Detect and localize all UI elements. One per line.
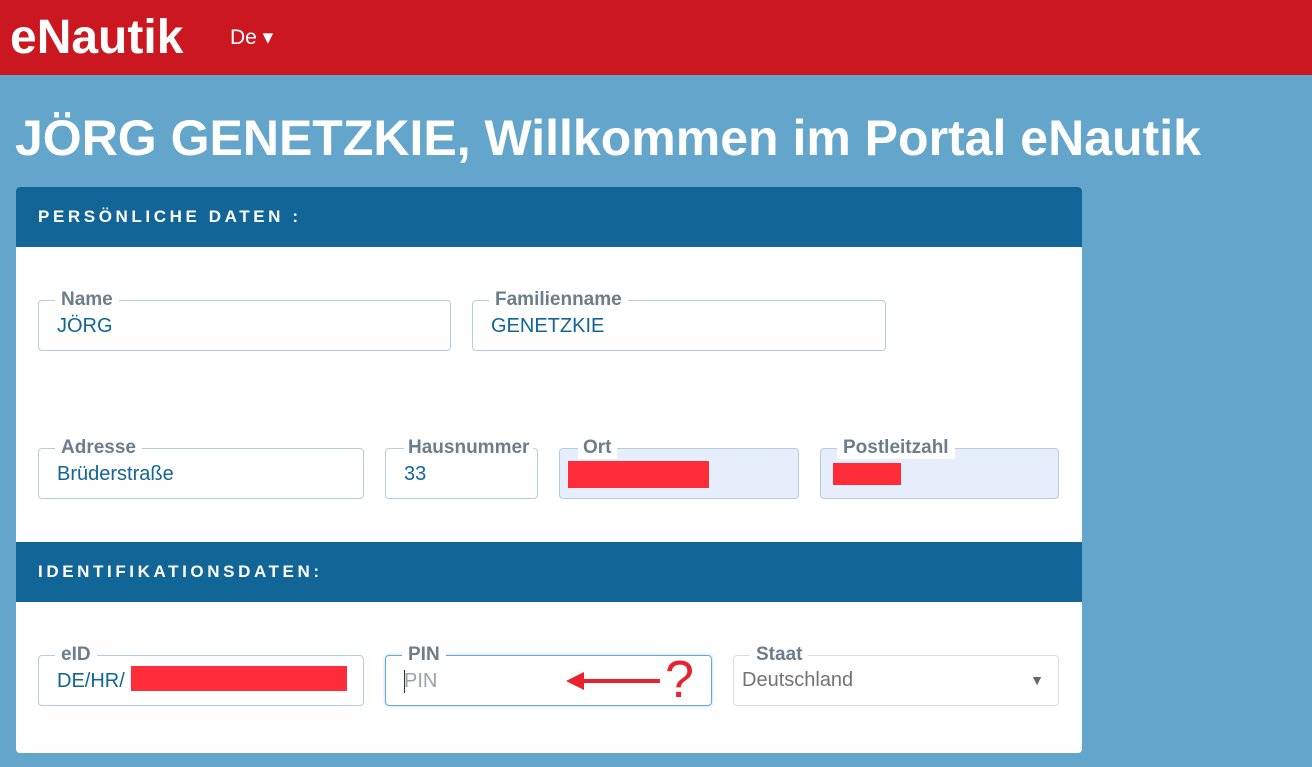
dropdown-arrow-icon[interactable]: ▼ xyxy=(1030,671,1044,689)
pin-label: PIN xyxy=(402,644,446,666)
city-redaction xyxy=(568,461,709,488)
city-label: Ort xyxy=(578,437,617,459)
house-number-label: Hausnummer xyxy=(404,437,534,459)
country-label: Staat xyxy=(750,644,809,666)
surname-field[interactable]: Familienname GENETZKIE xyxy=(472,289,886,351)
postal-code-field: Postleitzahl xyxy=(820,437,1059,499)
address-value: Brüderstraße xyxy=(57,463,174,485)
name-label: Name xyxy=(55,289,119,311)
text-caret xyxy=(404,670,405,693)
house-number-field[interactable]: Hausnummer 33 xyxy=(385,437,538,499)
surname-label: Familienname xyxy=(489,289,628,311)
annotation-arrow-icon xyxy=(566,672,660,690)
eid-label: eID xyxy=(55,644,97,666)
profile-card: PERSÖNLICHE DATEN : Name JÖRG Familienna… xyxy=(16,187,1082,753)
postal-code-label: Postleitzahl xyxy=(837,437,955,459)
postal-code-redaction xyxy=(833,463,901,485)
welcome-heading: JÖRG GENETZKIE, Willkommen im Portal eNa… xyxy=(15,110,1201,166)
house-number-value: 33 xyxy=(404,463,427,485)
annotation-question-mark: ? xyxy=(665,651,694,709)
language-selector[interactable]: De ▾ xyxy=(230,26,273,50)
country-value: Deutschland xyxy=(742,669,854,691)
eid-redaction xyxy=(131,666,347,691)
section-header-personal: PERSÖNLICHE DATEN : xyxy=(16,187,1082,247)
name-value: JÖRG xyxy=(57,315,113,337)
country-select[interactable]: Staat Deutschland ▼ xyxy=(733,644,1059,706)
eid-value: DE/HR/ xyxy=(57,670,125,692)
name-field[interactable]: Name JÖRG xyxy=(38,289,451,351)
address-field[interactable]: Adresse Brüderstraße xyxy=(38,437,364,499)
top-bar: eNautik De ▾ xyxy=(0,0,1312,75)
city-field: Ort xyxy=(559,437,799,499)
surname-value: GENETZKIE xyxy=(491,315,605,337)
eid-field[interactable]: eID DE/HR/ xyxy=(38,644,364,706)
section-header-identification: IDENTIFIKATIONSDATEN: xyxy=(16,542,1082,602)
address-label: Adresse xyxy=(55,437,142,459)
brand-logo[interactable]: eNautik xyxy=(10,12,183,64)
